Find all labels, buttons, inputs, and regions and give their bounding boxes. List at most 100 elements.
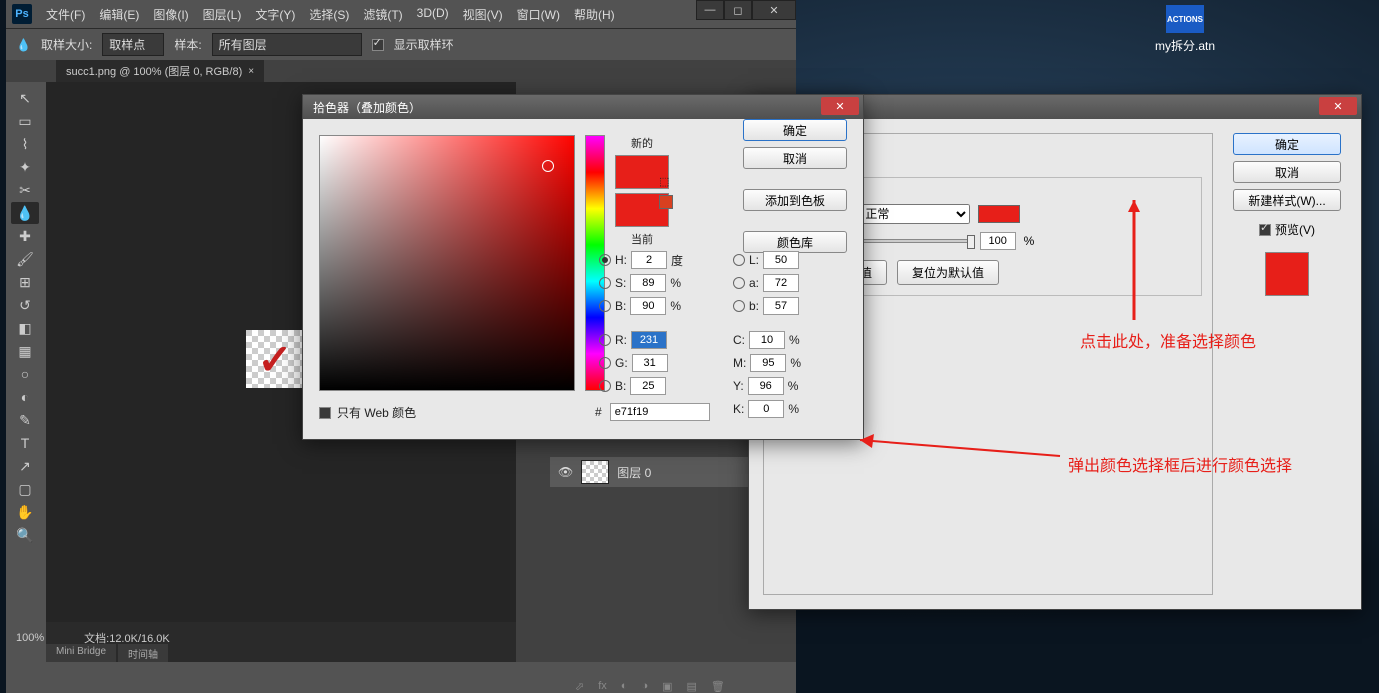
menu-window[interactable]: 窗口(W) bbox=[517, 6, 560, 23]
l-radio[interactable] bbox=[733, 254, 745, 266]
actions-icon: ACTIONS bbox=[1166, 5, 1204, 33]
shape-tool-icon[interactable]: ▢ bbox=[11, 478, 39, 500]
c-input[interactable] bbox=[749, 331, 785, 349]
color-picker-titlebar[interactable]: 拾色器（叠加颜色） ✕ bbox=[303, 95, 863, 119]
zoom-level[interactable]: 100% bbox=[16, 632, 44, 644]
adjust-icon[interactable]: ◑ bbox=[641, 680, 648, 693]
websafe-swatch[interactable] bbox=[659, 195, 673, 209]
r-input[interactable] bbox=[631, 331, 667, 349]
menu-layer[interactable]: 图层(L) bbox=[203, 6, 242, 23]
link-icon[interactable]: ⬀ bbox=[575, 680, 584, 693]
overlay-color-swatch[interactable] bbox=[978, 205, 1020, 223]
eyedropper-tool-icon[interactable]: 💧 bbox=[11, 202, 39, 224]
s-radio[interactable] bbox=[599, 277, 611, 289]
cp-cancel-button[interactable]: 取消 bbox=[743, 147, 847, 169]
h-radio[interactable] bbox=[599, 254, 611, 266]
maximize-button[interactable]: ◻ bbox=[724, 0, 752, 20]
crop-tool-icon[interactable]: ✂ bbox=[11, 179, 39, 201]
bv-input[interactable] bbox=[630, 297, 666, 315]
fx-icon[interactable]: fx bbox=[598, 680, 607, 693]
menu-image[interactable]: 图像(I) bbox=[153, 6, 188, 23]
opacity-input[interactable] bbox=[980, 232, 1016, 250]
group-icon[interactable]: ▣ bbox=[662, 680, 672, 693]
hex-input[interactable] bbox=[610, 403, 710, 421]
history-brush-icon[interactable]: ↺ bbox=[11, 294, 39, 316]
lab-b-radio[interactable] bbox=[733, 300, 745, 312]
cp-add-swatch-button[interactable]: 添加到色板 bbox=[743, 189, 847, 211]
menu-3d[interactable]: 3D(D) bbox=[417, 6, 449, 23]
document-tab[interactable]: succ1.png @ 100% (图层 0, RGB/8) × bbox=[56, 60, 264, 82]
ls-new-style-button[interactable]: 新建样式(W)... bbox=[1233, 189, 1341, 211]
sample-layers-dropdown[interactable]: 所有图层 bbox=[212, 33, 362, 56]
layer-style-close-icon[interactable]: ✕ bbox=[1319, 97, 1357, 115]
web-only-checkbox[interactable] bbox=[319, 407, 331, 419]
ls-cancel-button[interactable]: 取消 bbox=[1233, 161, 1341, 183]
eraser-tool-icon[interactable]: ◧ bbox=[11, 317, 39, 339]
layer-row[interactable]: 👁 图层 0 bbox=[550, 457, 750, 487]
path-tool-icon[interactable]: ↗ bbox=[11, 455, 39, 477]
pen-tool-icon[interactable]: ✎ bbox=[11, 409, 39, 431]
cp-ok-button[interactable]: 确定 bbox=[743, 119, 847, 141]
preview-checkbox[interactable] bbox=[1259, 224, 1271, 236]
menu-help[interactable]: 帮助(H) bbox=[574, 6, 615, 23]
stamp-tool-icon[interactable]: ⊞ bbox=[11, 271, 39, 293]
a-input[interactable] bbox=[763, 274, 799, 292]
g-input[interactable] bbox=[632, 354, 668, 372]
move-tool-icon[interactable]: ↖ bbox=[11, 87, 39, 109]
minimize-button[interactable]: — bbox=[696, 0, 724, 20]
y-input[interactable] bbox=[748, 377, 784, 395]
visibility-eye-icon[interactable]: 👁 bbox=[558, 465, 573, 479]
blur-tool-icon[interactable]: ○ bbox=[11, 363, 39, 385]
zoom-tool-icon[interactable]: 🔍 bbox=[11, 524, 39, 546]
preview-swatch bbox=[1265, 252, 1309, 296]
menu-file[interactable]: 文件(F) bbox=[46, 6, 85, 23]
show-ring-checkbox[interactable] bbox=[372, 39, 384, 51]
ls-ok-button[interactable]: 确定 bbox=[1233, 133, 1341, 155]
desktop-file-icon[interactable]: ACTIONS my拆分.atn bbox=[1155, 5, 1215, 54]
r-radio[interactable] bbox=[599, 334, 611, 346]
color-cursor-icon bbox=[542, 160, 554, 172]
sample-size-dropdown[interactable]: 取样点 bbox=[102, 33, 164, 56]
l-input[interactable] bbox=[763, 251, 799, 269]
brush-tool-icon[interactable]: 🖌 bbox=[11, 248, 39, 270]
menu-filter[interactable]: 滤镜(T) bbox=[363, 6, 402, 23]
opacity-slider[interactable] bbox=[862, 239, 972, 243]
a-radio[interactable] bbox=[733, 277, 745, 289]
close-tab-icon[interactable]: × bbox=[248, 66, 254, 77]
saturation-field[interactable] bbox=[319, 135, 575, 391]
s-input[interactable] bbox=[630, 274, 666, 292]
k-input[interactable] bbox=[748, 400, 784, 418]
g-radio[interactable] bbox=[599, 357, 611, 369]
m-input[interactable] bbox=[750, 354, 786, 372]
heal-tool-icon[interactable]: ✚ bbox=[11, 225, 39, 247]
desktop-file-label: my拆分.atn bbox=[1155, 37, 1215, 54]
show-ring-label: 显示取样环 bbox=[394, 36, 454, 53]
close-button[interactable]: ✕ bbox=[752, 0, 796, 20]
mini-bridge-tab[interactable]: Mini Bridge bbox=[46, 644, 116, 662]
h-input[interactable] bbox=[631, 251, 667, 269]
dodge-tool-icon[interactable]: ◐ bbox=[11, 386, 39, 408]
timeline-tab[interactable]: 时间轴 bbox=[118, 644, 168, 662]
menu-view[interactable]: 视图(V) bbox=[463, 6, 503, 23]
menu-edit[interactable]: 编辑(E) bbox=[99, 6, 139, 23]
reset-default-button[interactable]: 复位为默认值 bbox=[897, 260, 999, 285]
marquee-tool-icon[interactable]: ▭ bbox=[11, 110, 39, 132]
mask-icon[interactable]: ◐ bbox=[621, 680, 628, 693]
trash-icon[interactable]: 🗑 bbox=[711, 680, 725, 693]
new-layer-icon[interactable]: ▤ bbox=[687, 680, 697, 693]
type-tool-icon[interactable]: T bbox=[11, 432, 39, 454]
bc-radio[interactable] bbox=[599, 380, 611, 392]
gradient-tool-icon[interactable]: ▦ bbox=[11, 340, 39, 362]
color-picker-close-icon[interactable]: ✕ bbox=[821, 97, 859, 115]
blend-mode-dropdown[interactable]: 正常 bbox=[860, 204, 970, 224]
menu-type[interactable]: 文字(Y) bbox=[255, 6, 295, 23]
bc-input[interactable] bbox=[630, 377, 666, 395]
b-radio[interactable] bbox=[599, 300, 611, 312]
wand-tool-icon[interactable]: ✦ bbox=[11, 156, 39, 178]
lasso-tool-icon[interactable]: ⌇ bbox=[11, 133, 39, 155]
hand-tool-icon[interactable]: ✋ bbox=[11, 501, 39, 523]
cp-libraries-button[interactable]: 颜色库 bbox=[743, 231, 847, 253]
lab-b-input[interactable] bbox=[763, 297, 799, 315]
gamut-warning-icon[interactable]: ⬚ bbox=[659, 175, 673, 189]
menu-select[interactable]: 选择(S) bbox=[309, 6, 349, 23]
